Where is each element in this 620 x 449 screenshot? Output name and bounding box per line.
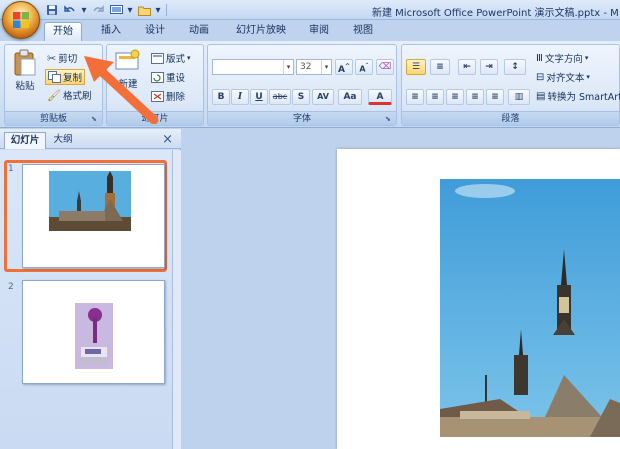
text-direction-icon: Ⅲ	[536, 52, 543, 64]
cut-button[interactable]: ✂ 剪切	[47, 51, 78, 66]
strikethrough-button[interactable]: abc	[269, 89, 291, 105]
save-icon[interactable]	[44, 3, 60, 18]
convert-smartart-label: 转换为 SmartArt	[547, 92, 620, 103]
justify-icon[interactable]: ≡	[466, 89, 484, 105]
align-text-button[interactable]: ⊟ 对齐文本 ▾	[536, 70, 590, 85]
office-button-icon	[13, 12, 29, 28]
decrease-indent-icon[interactable]: ⇤	[458, 59, 476, 75]
chevron-down-icon[interactable]: ▾	[283, 60, 293, 74]
tab-slides[interactable]: 幻灯片	[4, 132, 46, 149]
align-text-icon: ⊟	[536, 71, 545, 83]
paste-label: 粘贴	[15, 81, 35, 92]
font-group-label: 字体	[208, 111, 396, 125]
text-direction-button[interactable]: Ⅲ 文字方向 ▾	[536, 51, 588, 66]
slideshow-icon[interactable]	[108, 3, 124, 18]
church-photo[interactable]	[440, 179, 620, 437]
underline-button[interactable]: U	[250, 89, 268, 105]
qat-dropdown-icon[interactable]: ▾	[126, 3, 134, 18]
layout-label: 版式	[166, 54, 186, 65]
line-spacing-icon[interactable]: ↕	[504, 59, 526, 75]
columns-icon[interactable]: ▥	[508, 89, 530, 105]
close-icon[interactable]: ×	[162, 132, 173, 147]
pane-scrollbar[interactable]	[172, 150, 181, 449]
shrink-font-button[interactable]: Aˇ	[355, 59, 373, 75]
slides-pane: 幻灯片 大纲 × 1 2	[0, 129, 181, 449]
slide-editor-area	[181, 129, 620, 449]
tab-design[interactable]: 设计	[138, 22, 172, 41]
align-right-icon[interactable]: ≡	[446, 89, 464, 105]
annotation-arrow	[84, 56, 159, 124]
tab-slideshow[interactable]: 幻灯片放映	[228, 22, 294, 41]
change-case-button[interactable]: Aa	[338, 89, 362, 105]
redo-icon[interactable]	[90, 3, 106, 18]
grow-font-glyph: A	[338, 65, 345, 75]
church-photo-thumb	[49, 171, 131, 231]
cut-label: 剪切	[58, 54, 78, 65]
reset-label: 重设	[166, 73, 186, 84]
copy-icon	[48, 71, 61, 83]
pane-tab-bar: 幻灯片 大纲 ×	[0, 129, 181, 149]
tab-review[interactable]: 审阅	[302, 22, 336, 41]
undo-dropdown-icon[interactable]: ▾	[80, 3, 88, 18]
tab-outline[interactable]: 大纲	[48, 132, 78, 149]
folder-icon[interactable]	[136, 3, 152, 18]
window-title: 新建 Microsoft Office PowerPoint 演示文稿.pptx…	[372, 8, 619, 19]
smartart-icon: ▤	[536, 90, 546, 102]
copy-button[interactable]: 复制	[45, 69, 86, 85]
grow-font-button[interactable]: A^	[335, 59, 353, 75]
tab-view[interactable]: 视图	[346, 22, 380, 41]
tab-animations[interactable]: 动画	[182, 22, 216, 41]
paragraph-group: ☰ ≡ ⇤ ⇥ ↕ ≡ ≡ ≡ ≡ ≡ ▥ Ⅲ 文字方向 ▾ ⊟ 对齐文本 ▾ …	[401, 44, 620, 126]
slide-thumbnail-list[interactable]: 1 2	[0, 150, 172, 449]
font-name-combo[interactable]: ▾	[212, 59, 294, 75]
font-launcher-icon[interactable]: ⬊	[385, 115, 393, 123]
vase-photo-thumb	[75, 303, 113, 369]
qat-separator	[166, 4, 167, 16]
slide-canvas[interactable]	[337, 149, 620, 449]
title-bar: ▾ ▾ ▾ 新建 Microsoft Office PowerPoint 演示文…	[0, 0, 620, 20]
customize-dropdown-icon[interactable]: ▾	[154, 3, 162, 18]
align-center-icon[interactable]: ≡	[426, 89, 444, 105]
slide-thumbnail-2[interactable]	[22, 280, 165, 384]
font-color-button[interactable]: A	[368, 89, 392, 105]
increase-indent-icon[interactable]: ⇥	[480, 59, 498, 75]
distribute-icon[interactable]: ≡	[486, 89, 504, 105]
brush-icon: 🖌	[47, 88, 61, 102]
char-spacing-button[interactable]: AV	[312, 89, 334, 105]
clear-format-button[interactable]: ⌫	[376, 59, 394, 75]
quick-access-toolbar: ▾ ▾ ▾	[44, 2, 169, 18]
paste-button[interactable]: 粘贴	[11, 49, 39, 92]
tab-home[interactable]: 开始	[44, 22, 82, 41]
tab-insert[interactable]: 插入	[94, 22, 128, 41]
shadow-button[interactable]: S	[292, 89, 310, 105]
paste-icon	[14, 49, 36, 76]
undo-icon[interactable]	[62, 3, 78, 18]
align-text-label: 对齐文本	[546, 73, 585, 84]
font-size-value: 32	[300, 62, 312, 72]
italic-button[interactable]: I	[231, 89, 249, 105]
bullets-icon[interactable]: ☰	[406, 59, 426, 75]
office-button[interactable]	[2, 1, 40, 39]
align-left-icon[interactable]: ≡	[406, 89, 424, 105]
numbering-icon[interactable]: ≡	[430, 59, 450, 75]
paragraph-group-label: 段落	[402, 111, 619, 125]
text-direction-label: 文字方向	[544, 54, 583, 65]
delete-label: 删除	[166, 92, 186, 103]
slide-number: 2	[8, 282, 14, 292]
ribbon-tab-bar: 开始 插入 设计 动画 幻灯片放映 审阅 视图	[0, 20, 620, 41]
convert-smartart-button[interactable]: ▤ 转换为 SmartArt	[536, 89, 620, 104]
chevron-down-icon[interactable]: ▾	[321, 60, 331, 74]
font-group: ▾ 32 ▾ A^ Aˇ ⌫ B I U abc S AV Aa A 字体 ⬊	[207, 44, 397, 126]
bold-button[interactable]: B	[212, 89, 230, 105]
slide-thumbnail-1[interactable]	[22, 164, 165, 268]
font-size-combo[interactable]: 32 ▾	[296, 59, 332, 75]
scissors-icon: ✂	[47, 51, 57, 65]
